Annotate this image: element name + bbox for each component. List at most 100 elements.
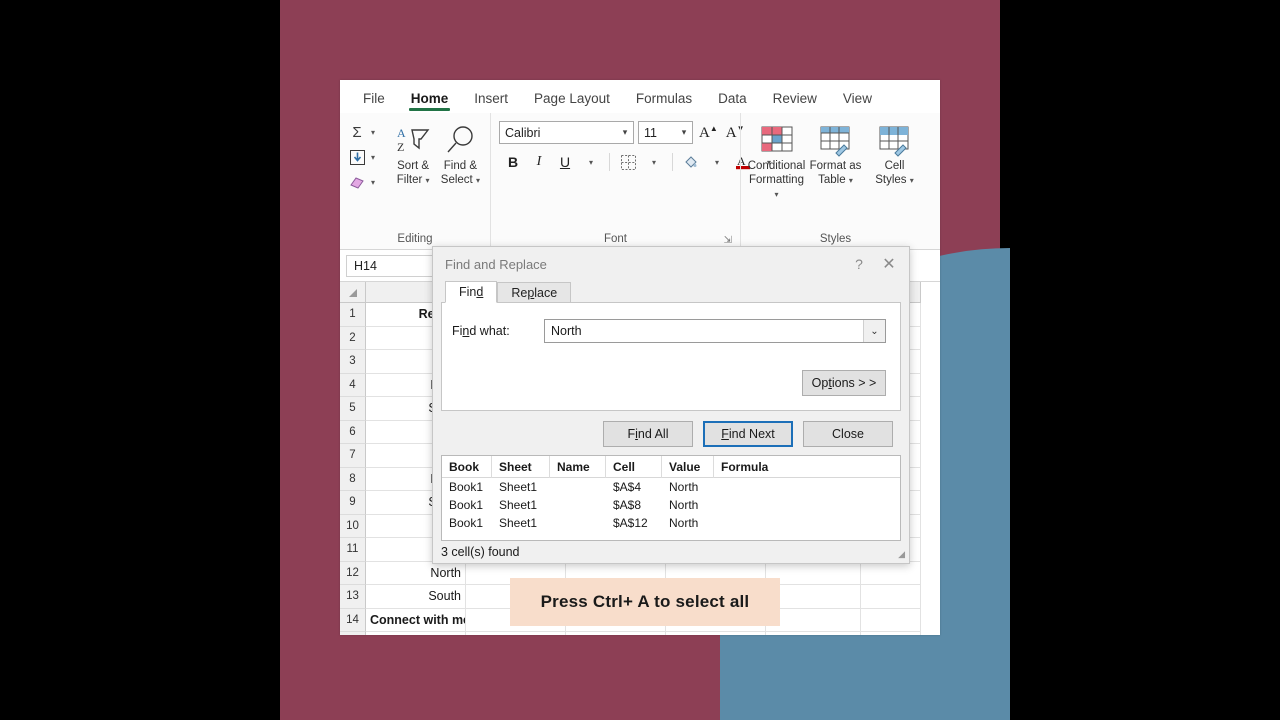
borders-button[interactable] — [616, 150, 640, 174]
results-cell-value: North — [669, 498, 699, 512]
row-header[interactable]: 7 — [340, 444, 366, 468]
cell-styles-label-1: Cell — [884, 160, 905, 172]
ribbon-tab-home[interactable]: Home — [398, 91, 462, 113]
find-next-button[interactable]: Find Next — [703, 421, 793, 447]
results-cell-cell: $A$12 — [613, 516, 648, 530]
ribbon-tab-review[interactable]: Review — [760, 91, 830, 113]
row-header[interactable]: 13 — [340, 585, 366, 609]
ribbon-tab-view[interactable]: View — [830, 91, 885, 113]
results-cell-book: Book1 — [449, 516, 484, 530]
row-header[interactable]: 9 — [340, 491, 366, 515]
chevron-down-icon[interactable]: ▾ — [676, 127, 692, 138]
results-col-value[interactable]: Value — [662, 456, 714, 478]
italic-button[interactable]: I — [527, 150, 551, 174]
cell-styles-icon — [876, 121, 914, 159]
sort-and-filter-button[interactable]: A Z Sort & Filter ▾ — [389, 119, 436, 188]
ribbon-tabbar: File Home Insert Page Layout Formulas Da… — [340, 80, 940, 113]
autosum-button[interactable]: Σ ▾ — [346, 121, 389, 143]
conditional-formatting-button[interactable]: Conditional Formatting ▾ — [747, 119, 806, 202]
ribbon-group-font: Calibri ▾ 11 ▾ A▲ A▼ B I U ▾ ▾ ▾ A ▾ Fon… — [490, 113, 771, 249]
borders-dropdown[interactable]: ▾ — [642, 150, 666, 174]
row-header[interactable]: 4 — [340, 373, 366, 397]
row-header[interactable]: 11 — [340, 538, 366, 562]
row-header[interactable]: 3 — [340, 350, 366, 374]
increase-font-size-button[interactable]: A▲ — [697, 124, 720, 142]
format-as-table-button[interactable]: Format as Table ▾ — [806, 119, 865, 188]
cell-styles-button[interactable]: Cell Styles ▾ — [865, 119, 924, 188]
resize-grip-icon[interactable]: ◢ — [898, 549, 905, 560]
results-col-name[interactable]: Name — [550, 456, 606, 478]
row-header[interactable]: 15 — [340, 632, 366, 635]
grid-cell[interactable] — [366, 632, 466, 635]
underline-button[interactable]: U — [553, 150, 577, 174]
row-header[interactable]: 12 — [340, 561, 366, 585]
clear-button[interactable]: ▾ — [346, 171, 389, 193]
row-header[interactable]: 14 — [340, 608, 366, 632]
font-dialog-launcher[interactable]: ⇲ — [724, 235, 732, 246]
ribbon-tab-formulas[interactable]: Formulas — [623, 91, 705, 113]
close-button[interactable]: Close — [803, 421, 893, 447]
bold-button[interactable]: B — [501, 150, 525, 174]
grid-cell[interactable]: North — [366, 561, 466, 585]
ribbon-tab-page-layout[interactable]: Page Layout — [521, 91, 623, 113]
grid-cell[interactable] — [861, 608, 921, 632]
row-header[interactable]: 5 — [340, 397, 366, 421]
grid-cell[interactable] — [566, 632, 666, 635]
grid-cell[interactable]: South — [366, 585, 466, 609]
editing-small-buttons: Σ ▾ ▾ ▾ — [346, 119, 389, 193]
find-all-button[interactable]: Fi nd All — [603, 421, 693, 447]
font-name-combo[interactable]: Calibri ▾ — [499, 121, 634, 144]
chevron-down-icon[interactable]: ▾ — [371, 128, 375, 137]
row-header[interactable]: 8 — [340, 467, 366, 491]
grid-cell[interactable] — [666, 632, 766, 635]
svg-text:A: A — [397, 126, 406, 140]
caption-overlay: Press Ctrl+ A to select all — [510, 578, 780, 626]
grid-cell[interactable] — [861, 585, 921, 609]
row-header[interactable]: 10 — [340, 514, 366, 538]
grid-cell[interactable] — [766, 608, 861, 632]
row-header[interactable]: 6 — [340, 420, 366, 444]
grid-cell[interactable] — [766, 585, 861, 609]
fill-button[interactable]: ▾ — [346, 146, 389, 168]
results-col-book[interactable]: Book — [442, 456, 492, 478]
grid-cell[interactable] — [766, 561, 861, 585]
chevron-down-icon[interactable]: ▾ — [371, 153, 375, 162]
results-count-text: 3 cell(s) found — [441, 545, 520, 559]
grid-cell[interactable]: Connect with me: htt — [366, 608, 466, 632]
help-icon[interactable]: ? — [845, 256, 873, 272]
dialog-titlebar[interactable]: Find and Replace ? ✕ — [433, 247, 909, 281]
find-and-select-button[interactable]: Find & Select ▾ — [437, 119, 484, 188]
tab-replace[interactable]: Replace — [497, 282, 572, 303]
select-all-corner[interactable] — [340, 282, 366, 303]
grid-cell[interactable] — [861, 632, 921, 635]
find-what-label: Find what: — [452, 324, 510, 338]
grid-cell[interactable] — [766, 632, 861, 635]
results-col-formula[interactable]: Formula — [714, 456, 900, 478]
results-row[interactable]: Book1 Sheet1 $A$4 North — [442, 478, 900, 496]
options-button[interactable]: Op t ions > > — [802, 370, 886, 396]
results-col-cell[interactable]: Cell — [606, 456, 662, 478]
row-header[interactable]: 2 — [340, 326, 366, 350]
grid-row: 15 — [340, 632, 940, 635]
tab-find[interactable]: Find — [445, 281, 498, 303]
search-results-list[interactable]: Book Sheet Name Cell Value Formula Book1… — [441, 455, 901, 541]
find-what-input[interactable]: North ⌄ — [544, 319, 886, 343]
fill-color-button[interactable] — [679, 150, 703, 174]
ribbon-tab-insert[interactable]: Insert — [461, 91, 521, 113]
underline-dropdown[interactable]: ▾ — [579, 150, 603, 174]
results-col-sheet[interactable]: Sheet — [492, 456, 550, 478]
results-row[interactable]: Book1 Sheet1 $A$8 North — [442, 496, 900, 514]
ribbon-tab-data[interactable]: Data — [705, 91, 760, 113]
grid-cell[interactable] — [466, 632, 566, 635]
ribbon-tab-file[interactable]: File — [350, 91, 398, 113]
chevron-down-icon[interactable]: ▾ — [371, 178, 375, 187]
dialog-title: Find and Replace — [445, 256, 547, 272]
grid-cell[interactable] — [861, 561, 921, 585]
row-header[interactable]: 1 — [340, 303, 366, 327]
chevron-down-icon[interactable]: ▾ — [617, 127, 633, 138]
fill-color-dropdown[interactable]: ▾ — [705, 150, 729, 174]
chevron-down-icon[interactable]: ⌄ — [863, 320, 885, 342]
close-icon[interactable]: ✕ — [873, 254, 905, 274]
results-row[interactable]: Book1 Sheet1 $A$12 North — [442, 514, 900, 532]
font-size-combo[interactable]: 11 ▾ — [638, 121, 693, 144]
